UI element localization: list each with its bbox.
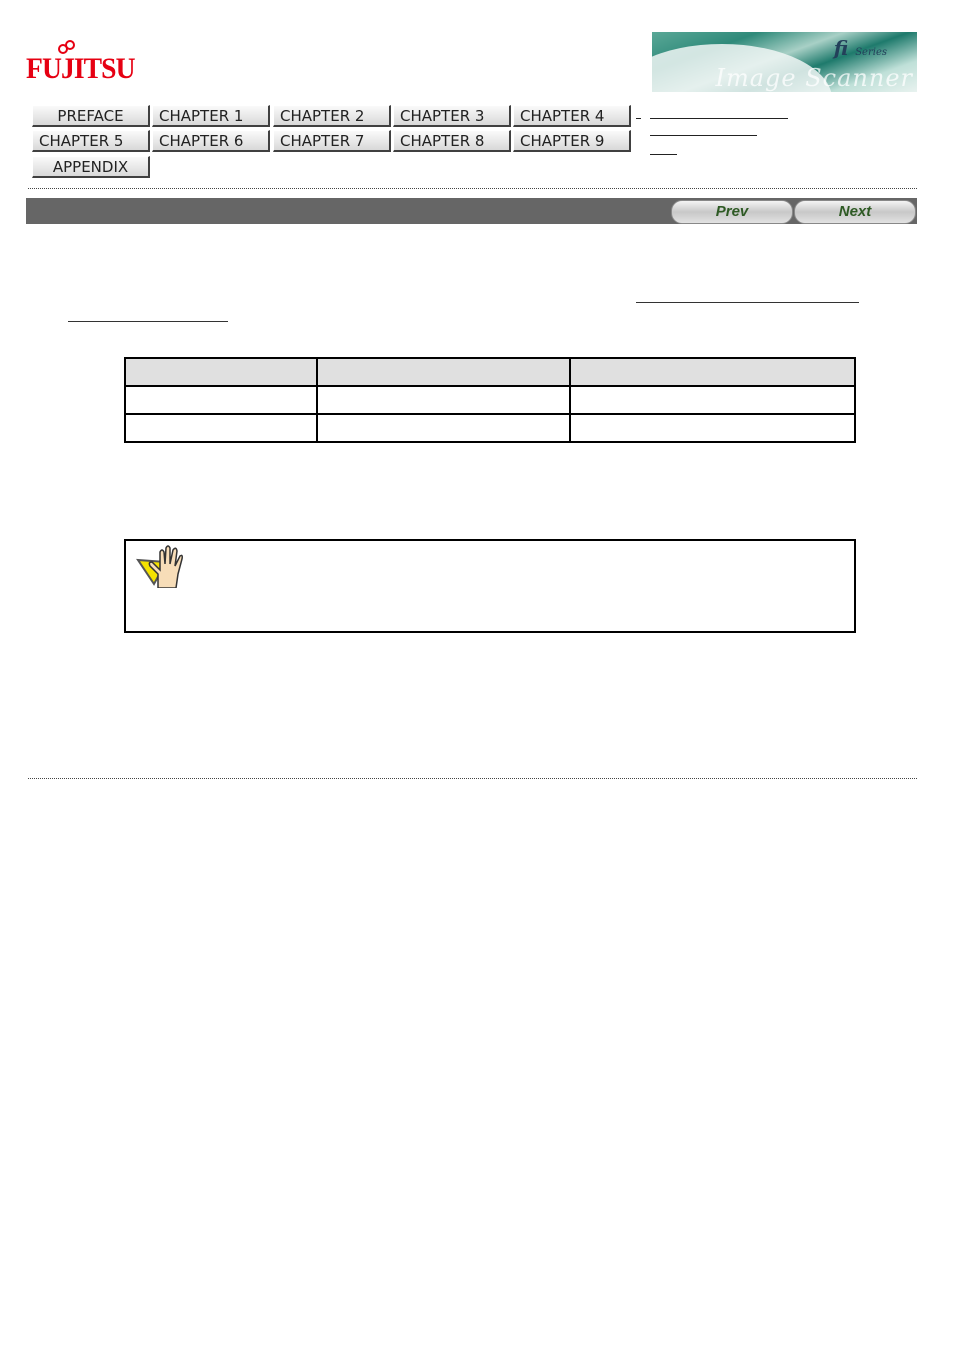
bottom-divider <box>28 778 917 779</box>
nav-preface[interactable]: PREFACE <box>32 105 150 127</box>
nav-chapter-6[interactable]: CHAPTER 6 <box>152 130 270 152</box>
nav-chapter-4[interactable]: CHAPTER 4 <box>513 105 631 127</box>
banner-product: Image Scanner <box>715 64 913 92</box>
side-link-2[interactable] <box>650 135 757 136</box>
logo-text: FUJITSU <box>26 52 136 85</box>
table-row <box>124 385 856 415</box>
spec-table <box>124 357 856 443</box>
table-header <box>569 357 856 387</box>
banner-brand: fi Series <box>834 36 887 60</box>
side-link-3[interactable] <box>650 154 677 155</box>
nav-appendix[interactable]: APPENDIX <box>32 156 150 178</box>
attention-hand-icon <box>136 545 183 588</box>
next-button[interactable]: Next <box>794 200 916 224</box>
table-cell <box>124 385 318 415</box>
content-link-2[interactable] <box>68 321 228 322</box>
table-row <box>124 413 856 443</box>
banner-brand-text: fi <box>833 36 849 60</box>
table-header <box>316 357 571 387</box>
banner-series-text: Series <box>855 47 887 58</box>
table-cell <box>569 413 856 443</box>
prev-button[interactable]: Prev <box>671 200 793 224</box>
side-link-connector <box>636 118 641 119</box>
content-link-1[interactable] <box>636 302 859 303</box>
nav-chapter-3[interactable]: CHAPTER 3 <box>393 105 511 127</box>
nav-chapter-9[interactable]: CHAPTER 9 <box>513 130 631 152</box>
table-header-row <box>124 357 856 387</box>
fujitsu-logo: FUJITSU <box>26 40 136 86</box>
table-cell <box>124 413 318 443</box>
table-header <box>124 357 318 387</box>
attention-note <box>124 539 856 633</box>
table-cell <box>316 413 571 443</box>
fi-series-banner: fi Series Image Scanner <box>652 32 917 92</box>
nav-chapter-7[interactable]: CHAPTER 7 <box>273 130 391 152</box>
pager-bar: Prev Next <box>26 198 917 224</box>
table-cell <box>569 385 856 415</box>
side-link-1[interactable] <box>650 118 788 119</box>
nav-chapter-1[interactable]: CHAPTER 1 <box>152 105 270 127</box>
nav-chapter-5[interactable]: CHAPTER 5 <box>32 130 150 152</box>
nav-chapter-2[interactable]: CHAPTER 2 <box>273 105 391 127</box>
nav-chapter-8[interactable]: CHAPTER 8 <box>393 130 511 152</box>
top-divider <box>28 188 917 189</box>
table-cell <box>316 385 571 415</box>
